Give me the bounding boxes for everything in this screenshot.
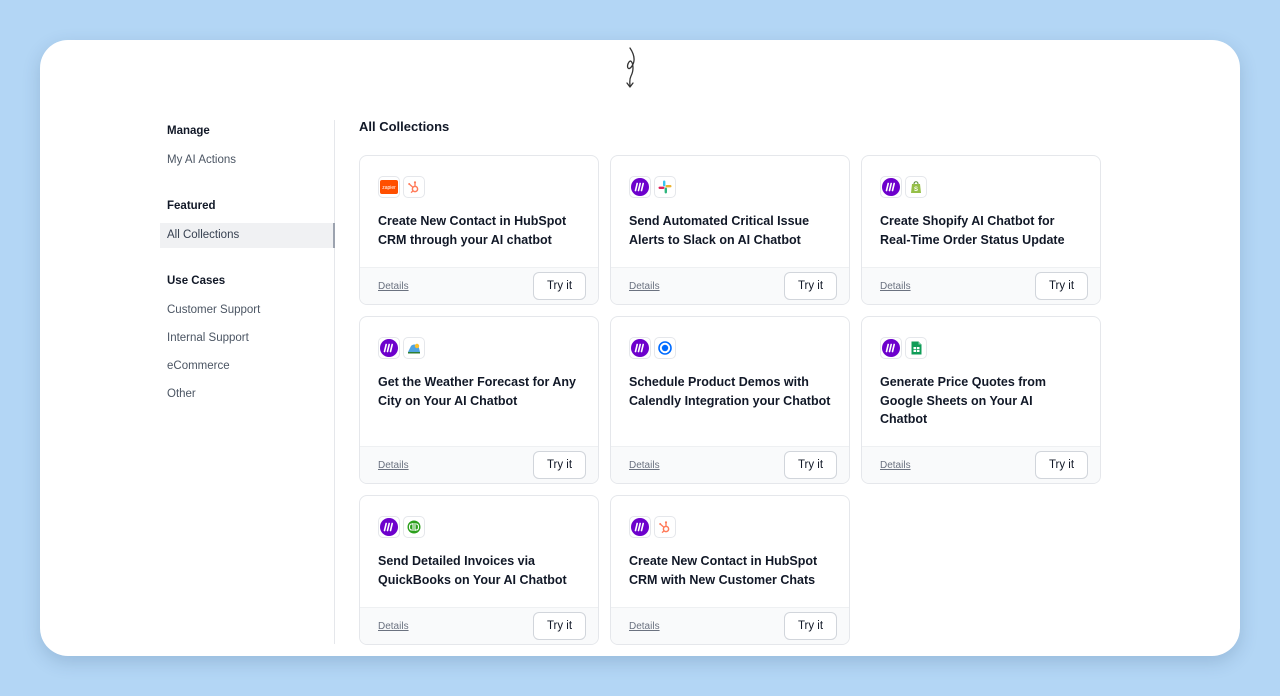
collection-card[interactable]: Send Detailed Invoices via QuickBooks on… [359, 495, 599, 645]
details-link[interactable]: Details [629, 460, 660, 471]
details-link[interactable]: Details [629, 281, 660, 292]
main-content: All Collections zapier Create New Contac… [359, 118, 1119, 645]
make-icon [629, 516, 651, 538]
quickbooks-icon [403, 516, 425, 538]
sidebar-section-featured: Featured All Collections [160, 195, 335, 248]
sidebar-heading: Use Cases [167, 275, 226, 287]
collection-card[interactable]: zapier Create New Contact in HubSpot CRM… [359, 155, 599, 305]
try-it-button[interactable]: Try it [533, 612, 586, 640]
collection-card[interactable]: Send Automated Critical Issue Alerts to … [610, 155, 850, 305]
try-it-button[interactable]: Try it [784, 451, 837, 479]
page-title: All Collections [359, 119, 450, 134]
try-it-button[interactable]: Try it [533, 272, 586, 300]
details-link[interactable]: Details [378, 621, 409, 632]
details-link[interactable]: Details [629, 621, 660, 632]
app-window: Manage My AI Actions Featured All Collec… [40, 40, 1240, 656]
sidebar-item-customer-support[interactable]: Customer Support [160, 298, 334, 323]
card-title: Create Shopify AI Chatbot for Real-Time … [880, 214, 1065, 247]
sidebar: Manage My AI Actions Featured All Collec… [160, 120, 335, 644]
sidebar-item-all-collections[interactable]: All Collections [160, 223, 335, 248]
hubspot-icon [654, 516, 676, 538]
sidebar-item-other[interactable]: Other [160, 382, 334, 407]
make-icon [880, 337, 902, 359]
sidebar-item-ecommerce[interactable]: eCommerce [160, 354, 334, 379]
svg-text:S: S [914, 187, 918, 193]
card-title: Create New Contact in HubSpot CRM throug… [378, 214, 567, 247]
weather-icon [403, 337, 425, 359]
card-title: Schedule Product Demos with Calendly Int… [629, 375, 831, 408]
card-title: Send Automated Critical Issue Alerts to … [629, 214, 810, 247]
sidebar-section-manage: Manage My AI Actions [160, 120, 334, 173]
sidebar-section-use-cases: Use Cases Customer Support Internal Supp… [160, 270, 334, 407]
collections-grid: zapier Create New Contact in HubSpot CRM… [359, 155, 1119, 645]
google-sheets-icon [905, 337, 927, 359]
slack-icon [654, 176, 676, 198]
collection-card[interactable]: S Create Shopify AI Chatbot for Real-Tim… [861, 155, 1101, 305]
card-title: Send Detailed Invoices via QuickBooks on… [378, 554, 567, 587]
calendly-icon [654, 337, 676, 359]
make-icon [629, 337, 651, 359]
brand-logo-icon[interactable] [618, 46, 642, 90]
collection-card[interactable]: Get the Weather Forecast for Any City on… [359, 316, 599, 484]
shopify-icon: S [905, 176, 927, 198]
try-it-button[interactable]: Try it [1035, 272, 1088, 300]
details-link[interactable]: Details [378, 460, 409, 471]
try-it-button[interactable]: Try it [784, 272, 837, 300]
collection-card[interactable]: Schedule Product Demos with Calendly Int… [610, 316, 850, 484]
collection-card[interactable]: Generate Price Quotes from Google Sheets… [861, 316, 1101, 484]
sidebar-heading: Featured [167, 200, 216, 212]
card-title: Create New Contact in HubSpot CRM with N… [629, 554, 818, 587]
details-link[interactable]: Details [880, 460, 911, 471]
card-title: Generate Price Quotes from Google Sheets… [880, 375, 1047, 426]
sidebar-heading: Manage [167, 125, 210, 137]
make-icon [629, 176, 651, 198]
sidebar-item-my-ai-actions[interactable]: My AI Actions [160, 148, 334, 173]
try-it-button[interactable]: Try it [533, 451, 586, 479]
make-icon [378, 516, 400, 538]
card-title: Get the Weather Forecast for Any City on… [378, 375, 576, 408]
sidebar-item-internal-support[interactable]: Internal Support [160, 326, 334, 351]
make-icon [880, 176, 902, 198]
details-link[interactable]: Details [880, 281, 911, 292]
zapier-icon: zapier [378, 176, 400, 198]
hubspot-icon [403, 176, 425, 198]
make-icon [378, 337, 400, 359]
try-it-button[interactable]: Try it [784, 612, 837, 640]
collection-card[interactable]: Create New Contact in HubSpot CRM with N… [610, 495, 850, 645]
try-it-button[interactable]: Try it [1035, 451, 1088, 479]
svg-text:zapier: zapier [382, 185, 396, 191]
details-link[interactable]: Details [378, 281, 409, 292]
